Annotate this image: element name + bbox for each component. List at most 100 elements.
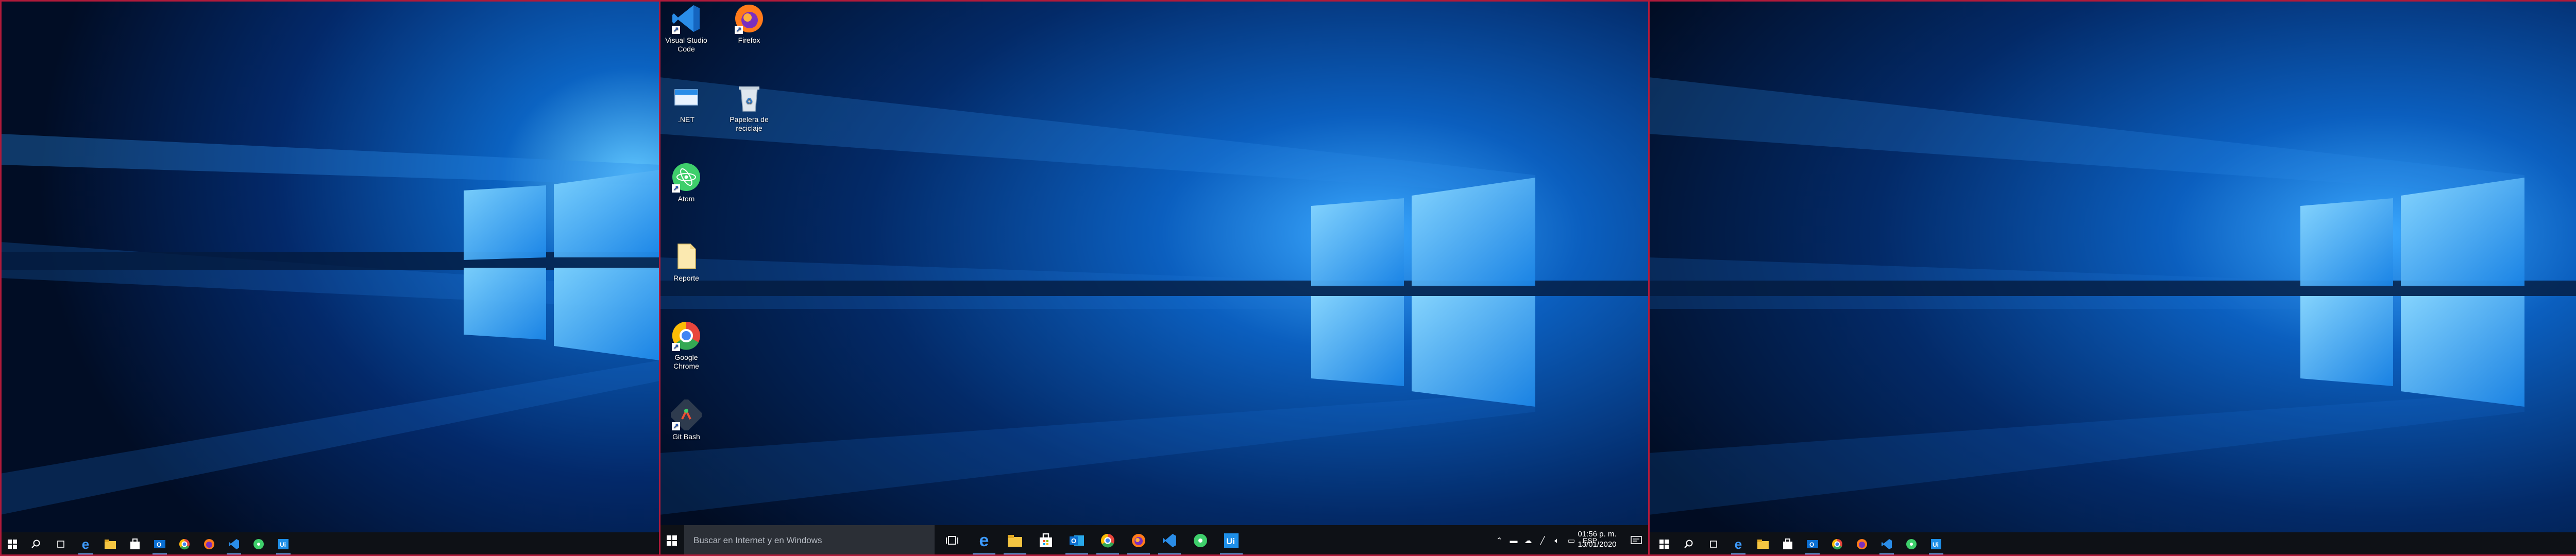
svg-text:O: O (157, 541, 161, 548)
task-view-icon (1710, 541, 1717, 548)
taskbar-right-atom[interactable] (1900, 532, 1923, 556)
taskbar-left-edge[interactable]: e (74, 532, 97, 556)
desktop-icon-label: Google Chrome (673, 353, 699, 370)
monitor-center: ↗ Visual Studio Code ↗ Firefox .NET ♻ Pa… (659, 0, 1649, 556)
desktop-icon-chrome[interactable]: ↗ Google Chrome (662, 320, 711, 371)
taskbar-right-firefox[interactable] (1851, 532, 1873, 556)
taskbar-store[interactable] (1030, 525, 1061, 556)
wifi-icon[interactable]: ╱ (1535, 536, 1550, 545)
taskbar-right-explorer[interactable] (1752, 532, 1774, 556)
vscode-icon (1163, 534, 1176, 547)
edge-icon: e (81, 536, 90, 552)
document-icon (671, 241, 702, 272)
svg-text:O: O (1071, 537, 1076, 545)
vscode-icon: ↗ (671, 3, 702, 34)
taskbar-outlook[interactable]: O (1061, 525, 1092, 556)
wallpaper-center (659, 0, 1649, 556)
taskbar-left-store[interactable] (124, 532, 146, 556)
vscode-icon (229, 539, 239, 549)
desktop-icon-label: Reporte (673, 274, 699, 282)
uipath-icon: Ui (1224, 533, 1239, 548)
shortcut-arrow-icon: ↗ (735, 26, 743, 34)
desktop-icon-recycle-bin[interactable]: ♻ Papelera de reciclaje (724, 82, 774, 133)
taskbar-right-chrome[interactable] (1826, 532, 1849, 556)
taskbar-clock[interactable]: 01:56 p. m. 13/01/2020 (1572, 529, 1622, 550)
taskbar-atom[interactable] (1185, 525, 1216, 556)
taskbar-chrome[interactable] (1092, 525, 1123, 556)
outlook-icon: O (1070, 535, 1084, 546)
taskbar-right-edge[interactable]: e (1727, 532, 1750, 556)
taskbar-left-uipath[interactable]: Ui (272, 532, 295, 556)
task-view-icon (57, 541, 64, 548)
chrome-icon (1100, 533, 1114, 548)
clock-time: 01:56 p. m. (1578, 530, 1617, 538)
start-button-left[interactable] (1, 532, 24, 556)
svg-text:Ui: Ui (1933, 541, 1939, 548)
windows-logo-icon (667, 535, 677, 546)
folder-icon (1757, 540, 1769, 549)
taskbar-left-outlook[interactable]: O (148, 532, 171, 556)
desktop-icon-git-bash[interactable]: ↗ Git Bash (662, 397, 711, 441)
search-button-right[interactable] (1677, 532, 1700, 556)
outlook-icon: O (1807, 540, 1818, 548)
atom-icon: ↗ (671, 162, 702, 193)
taskbar-search-box[interactable]: Buscar en Internet y en Windows (684, 525, 935, 556)
taskbar-left-firefox[interactable] (198, 532, 221, 556)
shortcut-arrow-icon: ↗ (672, 422, 680, 430)
desktop-icon-reporte[interactable]: Reporte (662, 241, 711, 283)
chrome-icon: ↗ (671, 320, 702, 351)
taskbar-right-outlook[interactable]: O (1801, 532, 1824, 556)
windows-logo-icon (8, 540, 17, 549)
firefox-icon (1857, 539, 1867, 549)
taskbar-file-explorer[interactable] (999, 525, 1030, 556)
taskbar-right-uipath[interactable]: Ui (1925, 532, 1947, 556)
taskbar-left-explorer[interactable] (99, 532, 122, 556)
monitor-seam-left (659, 0, 660, 556)
taskbar-left-atom[interactable] (247, 532, 270, 556)
recycle-bin-icon: ♻ (734, 82, 765, 113)
desktop-icon-vscode[interactable]: ↗ Visual Studio Code (662, 3, 711, 54)
clock-date: 13/01/2020 (1578, 540, 1617, 549)
taskbar-right-task-view[interactable] (1702, 532, 1725, 556)
desktop-icon-firefox[interactable]: ↗ Firefox (724, 3, 774, 45)
taskbar-firefox[interactable] (1123, 525, 1154, 556)
firefox-icon (1132, 534, 1145, 547)
atom-icon (1194, 534, 1207, 547)
taskbar-task-view[interactable] (938, 525, 967, 556)
taskbar-uipath[interactable]: Ui (1216, 525, 1247, 556)
cloud-icon[interactable]: ☁ (1521, 536, 1535, 545)
atom-icon (253, 539, 264, 549)
volume-icon[interactable]: 🔈︎ (1550, 536, 1564, 545)
taskbar-left-chrome[interactable] (173, 532, 196, 556)
chrome-icon (1832, 539, 1842, 550)
svg-text:♻: ♻ (745, 96, 753, 106)
network-icon[interactable]: ▬ (1506, 536, 1521, 545)
action-center-button[interactable] (1624, 525, 1649, 556)
svg-text:O: O (1809, 541, 1814, 548)
uipath-icon: Ui (1931, 539, 1941, 549)
store-icon (130, 538, 140, 549)
taskbar-vscode[interactable] (1154, 525, 1185, 556)
search-button-left[interactable] (25, 532, 47, 556)
desktop-icon-atom[interactable]: ↗ Atom (662, 162, 711, 203)
search-icon (31, 540, 40, 548)
outlook-icon: O (154, 540, 165, 548)
search-placeholder: Buscar en Internet y en Windows (693, 535, 822, 545)
taskbar-edge[interactable]: e (969, 525, 999, 556)
chevron-up-icon[interactable]: ⌃ (1492, 536, 1506, 545)
monitor-right: e O Ui (1649, 0, 2576, 556)
desktop-icon-dotnet[interactable]: .NET (662, 82, 711, 124)
start-button[interactable] (659, 525, 684, 556)
uipath-icon: Ui (278, 539, 289, 549)
firefox-icon (204, 539, 214, 549)
taskbar-left-task-view[interactable] (49, 532, 72, 556)
folder-icon (105, 540, 116, 549)
desktop-icon-label: Visual Studio Code (665, 36, 707, 53)
taskbar-right-store[interactable] (1776, 532, 1799, 556)
desktop-icon-label: Papelera de reciclaje (730, 115, 769, 132)
taskbar-right-vscode[interactable] (1875, 532, 1898, 556)
start-button-right[interactable] (1653, 532, 1675, 556)
edge-icon: e (979, 530, 989, 550)
store-icon (1040, 533, 1052, 547)
taskbar-left-vscode[interactable] (223, 532, 245, 556)
